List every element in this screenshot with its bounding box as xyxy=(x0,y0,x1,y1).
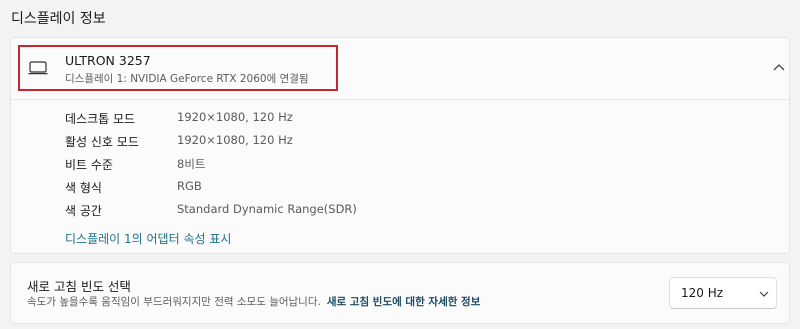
chevron-up-icon[interactable] xyxy=(771,60,787,76)
property-label: 비트 수준 xyxy=(65,158,113,172)
property-label: 색 공간 xyxy=(65,204,102,218)
property-value: 1920×1080, 120 Hz xyxy=(177,110,293,124)
adapter-properties-link[interactable]: 디스플레이 1의 어댑터 속성 표시 xyxy=(65,230,231,247)
section-title: 디스플레이 정보 xyxy=(11,11,106,27)
refresh-rate-description: 속도가 높을수록 움직임이 부드러워지지만 전력 소모도 늘어납니다. 새로 고침… xyxy=(27,294,480,309)
property-value: 8비트 xyxy=(177,157,206,171)
refresh-rate-info-link[interactable]: 새로 고침 빈도에 대한 자세한 정보 xyxy=(327,296,481,308)
refresh-rate-dropdown[interactable]: 120 Hz xyxy=(669,277,777,309)
display-header[interactable]: ULTRON 3257 디스플레이 1: NVIDIA GeForce RTX … xyxy=(11,38,789,100)
refresh-rate-description-text: 속도가 높을수록 움직임이 부드러워지지만 전력 소모도 늘어납니다. xyxy=(27,296,321,308)
property-value: 1920×1080, 120 Hz xyxy=(177,133,293,147)
property-value: RGB xyxy=(177,179,202,193)
refresh-rate-title: 새로 고침 빈도 선택 xyxy=(27,279,131,294)
refresh-rate-selected: 120 Hz xyxy=(681,286,724,300)
display-name: ULTRON 3257 xyxy=(65,53,151,68)
monitor-icon xyxy=(28,61,48,75)
property-label: 데스크톱 모드 xyxy=(65,112,136,126)
refresh-rate-card: 새로 고침 빈도 선택 속도가 높을수록 움직임이 부드러워지지만 전력 소모도… xyxy=(10,262,790,324)
property-label: 색 형식 xyxy=(65,181,102,195)
display-connection: 디스플레이 1: NVIDIA GeForce RTX 2060에 연결됨 xyxy=(65,73,309,85)
chevron-down-icon xyxy=(759,291,769,297)
display-info-card: ULTRON 3257 디스플레이 1: NVIDIA GeForce RTX … xyxy=(10,37,790,254)
property-value: Standard Dynamic Range(SDR) xyxy=(177,202,357,216)
property-label: 활성 신호 모드 xyxy=(65,135,139,149)
